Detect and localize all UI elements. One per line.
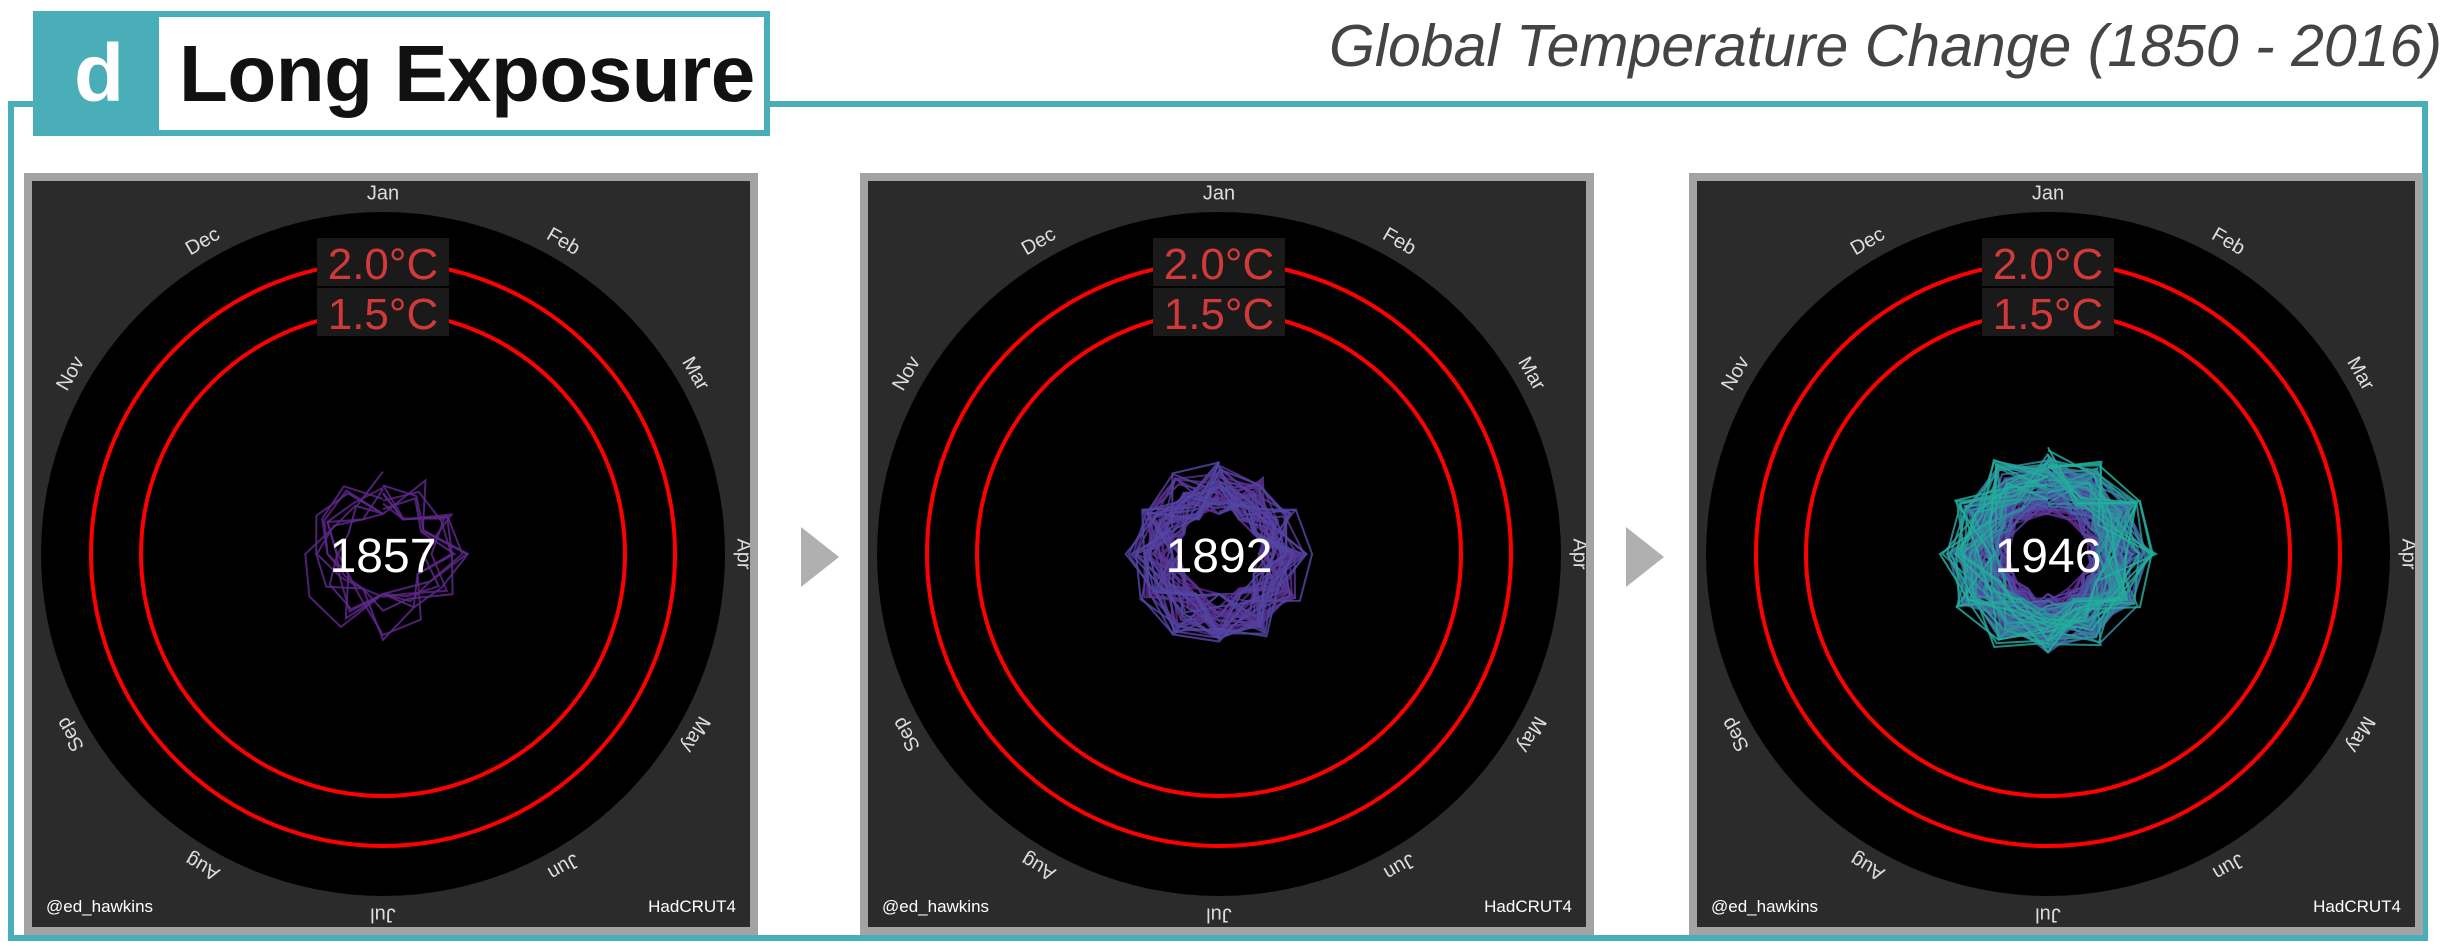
month-label-feb: Feb xyxy=(1379,223,1420,259)
month-label-jun: Jun xyxy=(1380,849,1419,884)
arrow-icon xyxy=(801,527,839,587)
month-label-sep: Sep xyxy=(52,713,89,755)
arrow-icon xyxy=(1626,527,1664,587)
month-label-aug: Aug xyxy=(182,848,224,885)
month-label-oct: Oct xyxy=(868,538,869,570)
spiral-panel-1857: 2.0°C 1.5°C 1857 Jan Feb Mar Apr May Jun Jul Aug Se… xyxy=(24,173,758,935)
month-label-aug: Aug xyxy=(1847,848,1889,885)
threshold-label: 2.0°C xyxy=(1164,240,1275,289)
credit-dataset: HadCRUT4 xyxy=(648,897,736,916)
month-label-apr: Apr xyxy=(1569,538,1586,569)
month-label-apr: Apr xyxy=(733,538,750,569)
threshold-label: 1.5°C xyxy=(1164,290,1275,339)
threshold-label: 2.0°C xyxy=(1993,240,2104,289)
month-label-sep: Sep xyxy=(1717,713,1754,755)
current-year-label: 1892 xyxy=(1166,530,1273,583)
month-label-dec: Dec xyxy=(1018,223,1060,260)
spiral-panel-1946: 2.0°C 1.5°C 1946 Jan Feb Mar Apr May Jun Jul Aug Se… xyxy=(1689,173,2423,935)
month-label-oct: Oct xyxy=(1697,538,1698,570)
current-year-label: 1857 xyxy=(330,530,437,583)
month-label-sep: Sep xyxy=(888,713,925,755)
month-label-jun: Jun xyxy=(2209,849,2248,884)
figure-subtitle: Global Temperature Change (1850 - 2016) xyxy=(1329,13,2442,79)
panel-title: Long Exposure xyxy=(179,28,755,118)
credit-dataset: HadCRUT4 xyxy=(2313,897,2401,916)
month-label-jan: Jan xyxy=(367,182,399,204)
spiral-panel-1892: 2.0°C 1.5°C 1892 Jan Feb Mar Apr May Jun Jul Aug Se… xyxy=(860,173,1594,935)
spiral-chart-1857: 2.0°C1.5°C1857JanFebMarAprMayJunJulAugSe… xyxy=(32,182,750,926)
month-label-oct: Oct xyxy=(32,538,33,570)
month-label-nov: Nov xyxy=(888,353,925,395)
spiral-chart-1946: 2.0°C1.5°C1946JanFebMarAprMayJunJulAugSe… xyxy=(1697,182,2415,926)
threshold-label: 2.0°C xyxy=(328,240,439,289)
credit-author: @ed_hawkins xyxy=(1711,897,1819,916)
month-label-jun: Jun xyxy=(544,849,583,884)
month-label-apr: Apr xyxy=(2398,538,2415,569)
credit-dataset: HadCRUT4 xyxy=(1484,897,1572,916)
month-label-dec: Dec xyxy=(182,223,224,260)
current-year-label: 1946 xyxy=(1995,530,2102,583)
month-label-nov: Nov xyxy=(1717,353,1754,395)
month-label-jul: Jul xyxy=(370,904,396,926)
spiral-chart-1892: 2.0°C1.5°C1892JanFebMarAprMayJunJulAugSe… xyxy=(868,182,1586,926)
panel-header: d Long Exposure xyxy=(33,11,770,136)
month-label-dec: Dec xyxy=(1847,223,1889,260)
credit-author: @ed_hawkins xyxy=(46,897,154,916)
month-label-mar: Mar xyxy=(2342,353,2378,394)
credit-author: @ed_hawkins xyxy=(882,897,990,916)
panel-letter: d xyxy=(39,17,159,130)
month-label-feb: Feb xyxy=(2208,223,2249,259)
threshold-label: 1.5°C xyxy=(328,290,439,339)
month-label-jan: Jan xyxy=(2032,182,2064,204)
threshold-label: 1.5°C xyxy=(1993,290,2104,339)
month-label-aug: Aug xyxy=(1018,848,1060,885)
month-label-jan: Jan xyxy=(1203,182,1235,204)
month-label-jul: Jul xyxy=(1206,904,1232,926)
month-label-mar: Mar xyxy=(1513,353,1549,394)
month-label-mar: Mar xyxy=(677,353,713,394)
month-label-feb: Feb xyxy=(543,223,584,259)
month-label-nov: Nov xyxy=(52,353,89,395)
month-label-jul: Jul xyxy=(2035,904,2061,926)
